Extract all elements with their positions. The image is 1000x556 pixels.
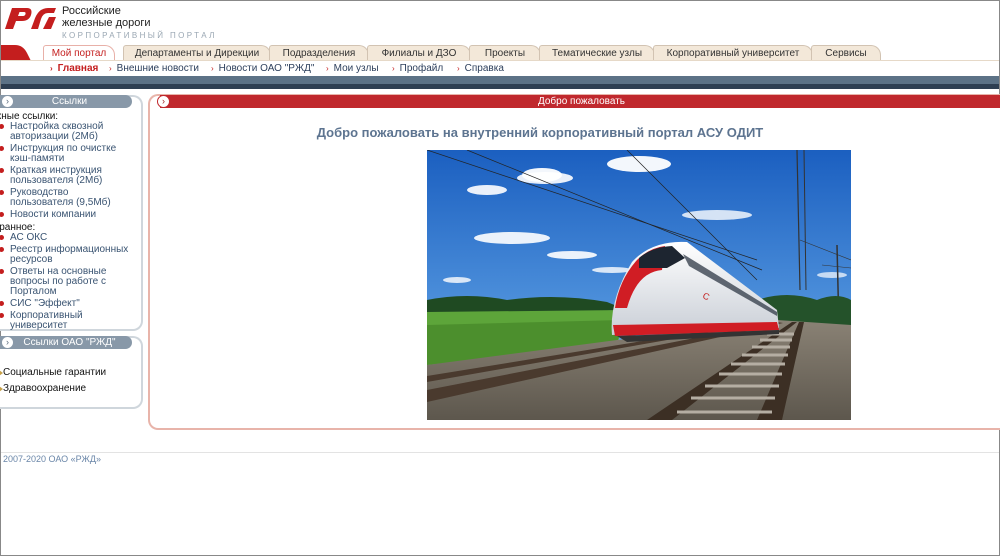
subnav-profile-label: Профайл <box>399 63 444 74</box>
header-band-dark <box>1 84 999 89</box>
link-cache-instructions[interactable]: Инструкция по очистке кэш-памяти <box>0 144 133 164</box>
link-label: Корпоративный университет <box>10 310 83 331</box>
subnav-rzd-news[interactable]: › Новости ОАО "РЖД" <box>211 63 314 74</box>
subnav-profile[interactable]: › Профайл <box>392 63 443 74</box>
chevron-right-icon: › <box>457 64 460 73</box>
welcome-heading: Добро пожаловать на внутренний корпорати… <box>316 125 764 140</box>
subnav-external-news[interactable]: › Внешние новости <box>109 63 199 74</box>
tab-projects[interactable]: Проекты <box>469 45 541 60</box>
link-info-resources-registry[interactable]: Реестр информационных ресурсов <box>0 245 133 265</box>
links-list: ажные ссылки: Настройка сквозной авториз… <box>0 111 133 333</box>
subnav-my-nodes[interactable]: › Мои узлы <box>326 63 379 74</box>
header-band <box>1 76 999 84</box>
sub-navigation: › Главная › Внешние новости › Новости ОАО "… <box>1 60 999 77</box>
triangle-right-icon <box>0 386 3 392</box>
tab-corporate-university[interactable]: Корпоративный университет <box>653 45 813 60</box>
subnav-external-news-label: Внешние новости <box>116 63 199 74</box>
tab-branches[interactable]: Филиалы и ДЗО <box>367 45 471 60</box>
logo-line-2: железные дороги <box>62 17 151 29</box>
links-panel-header: › Ссылки <box>0 95 132 108</box>
link-label: Краткая инструкция пользователя (2Мб) <box>10 165 103 186</box>
bullet-icon <box>0 212 4 217</box>
link-label: Реестр информационных ресурсов <box>10 244 129 265</box>
subnav-home-label: Главная <box>57 63 99 74</box>
link-as-oks[interactable]: АС ОКС <box>0 233 133 243</box>
rzd-links-list: Социальные гарантии Здравоохранение <box>0 366 139 396</box>
link-social-guarantees[interactable]: Социальные гарантии <box>0 366 139 380</box>
bullet-icon <box>0 190 4 195</box>
chevron-right-icon: › <box>392 64 395 73</box>
subnav-help[interactable]: › Справка <box>457 63 504 74</box>
link-sso-setup[interactable]: Настройка сквозной авторизации (2Мб) <box>0 122 133 142</box>
triangle-right-icon <box>0 370 3 376</box>
link-label: СИС "Эффект" <box>10 298 80 309</box>
chevron-right-icon: › <box>50 64 53 73</box>
link-label: Новости компании <box>10 209 97 220</box>
bullet-icon <box>0 235 4 240</box>
tab-departments[interactable]: Департаменты и Дирекции <box>123 45 271 60</box>
subnav-rzd-news-label: Новости ОАО "РЖД" <box>218 63 315 74</box>
subnav-home[interactable]: › Главная <box>50 63 98 74</box>
rzd-logo-icon[interactable] <box>3 5 57 31</box>
link-label: АС ОКС <box>10 232 48 243</box>
link-portal-faq[interactable]: Ответы на основные вопросы по работе с П… <box>0 267 133 297</box>
arrow-right-circle-icon[interactable]: › <box>1 336 14 349</box>
links-panel-title: Ссылки <box>51 96 88 107</box>
chevron-right-icon: › <box>211 64 214 73</box>
welcome-panel-header: › Добро пожаловать <box>157 95 1000 108</box>
links-panel: › Ссылки ажные ссылки: Настройка сквозно… <box>0 95 143 331</box>
bullet-icon <box>0 247 4 252</box>
logo-line-1: Российские <box>62 5 121 17</box>
link-user-manual[interactable]: Руководство пользователя (9,5Мб) <box>0 188 133 208</box>
link-corporate-university[interactable]: Корпоративный университет <box>0 311 133 331</box>
link-label: Настройка сквозной авторизации (2Мб) <box>10 121 104 142</box>
train-hero-image: С <box>427 150 851 420</box>
link-label: Руководство пользователя (9,5Мб) <box>10 187 111 208</box>
rzd-links-panel: › Ссылки ОАО "РЖД" Социальные гарантии З… <box>0 336 143 409</box>
bullet-icon <box>0 124 4 129</box>
logo-text: Российские железные дороги КОРПОРАТИВНЫЙ… <box>62 5 217 42</box>
portal-header: Российские железные дороги КОРПОРАТИВНЫЙ… <box>1 1 999 45</box>
arrow-right-circle-icon[interactable]: › <box>157 95 170 108</box>
arrow-right-circle-icon[interactable]: › <box>1 95 14 108</box>
logo-subtitle: КОРПОРАТИВНЫЙ ПОРТАЛ <box>62 31 217 40</box>
main-tabs: Мой портал Департаменты и Дирекции Подра… <box>1 43 999 74</box>
tab-services[interactable]: Сервисы <box>811 45 881 60</box>
link-sis-effekt[interactable]: СИС "Эффект" <box>0 299 133 309</box>
footer-divider <box>1 452 999 453</box>
link-label: Инструкция по очистке кэш-памяти <box>10 143 117 164</box>
bullet-icon <box>0 301 4 306</box>
welcome-panel: › Добро пожаловать Добро пожаловать на в… <box>148 94 1000 430</box>
link-company-news[interactable]: Новости компании <box>0 210 133 220</box>
chevron-right-icon: › <box>109 64 112 73</box>
rzd-links-panel-header: › Ссылки ОАО "РЖД" <box>0 336 132 349</box>
welcome-panel-title: Добро пожаловать <box>537 96 626 107</box>
rzd-links-panel-title: Ссылки ОАО "РЖД" <box>23 337 116 348</box>
subnav-help-label: Справка <box>464 63 504 74</box>
link-healthcare[interactable]: Здравоохранение <box>0 382 139 396</box>
link-label: Здравоохранение <box>3 383 87 394</box>
link-quick-guide[interactable]: Краткая инструкция пользователя (2Мб) <box>0 166 133 186</box>
bullet-icon <box>0 269 4 274</box>
bullet-icon <box>0 313 4 318</box>
subnav-my-nodes-label: Мои узлы <box>333 63 379 74</box>
tab-subdivisions[interactable]: Подразделения <box>269 45 369 60</box>
link-label: Социальные гарантии <box>3 367 107 378</box>
tab-thematic-nodes[interactable]: Тематические узлы <box>539 45 655 60</box>
bullet-icon <box>0 168 4 173</box>
footer-copyright: 2007-2020 ОАО «РЖД» <box>3 454 101 464</box>
link-label: Ответы на основные вопросы по работе с П… <box>10 266 107 297</box>
tab-my-portal[interactable]: Мой портал <box>43 45 115 60</box>
chevron-right-icon: › <box>326 64 329 73</box>
bullet-icon <box>0 146 4 151</box>
